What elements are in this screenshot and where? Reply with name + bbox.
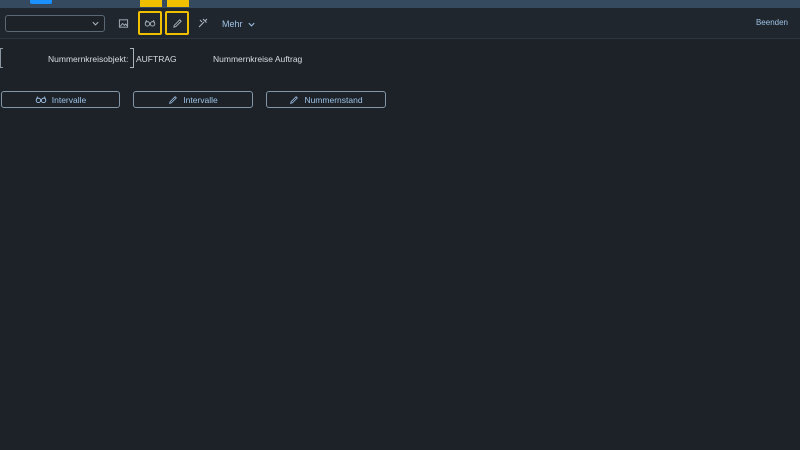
transaction-select[interactable] — [5, 15, 105, 32]
chevron-down-icon — [247, 22, 255, 27]
highlight-marker-display — [140, 0, 162, 7]
more-label: Mehr — [222, 19, 243, 29]
pencil-icon — [172, 18, 182, 28]
display-intervals-button[interactable]: Intervalle — [1, 91, 120, 108]
display-button[interactable] — [138, 11, 162, 35]
toolbar: Mehr Beenden — [0, 8, 800, 39]
edit-button[interactable] — [165, 11, 189, 35]
field-description: Nummernkreise Auftrag — [213, 54, 303, 64]
image-icon — [118, 18, 128, 28]
exit-button[interactable]: Beenden — [756, 18, 788, 27]
tools-button[interactable] — [191, 11, 215, 35]
chevron-down-icon — [92, 21, 99, 26]
shell-logo[interactable] — [30, 0, 52, 4]
image-button[interactable] — [111, 11, 135, 35]
edit-intervals-button[interactable]: Intervalle — [133, 91, 253, 108]
pencil-icon — [290, 95, 299, 104]
field-value: AUFTRAG — [136, 54, 177, 64]
button-label: Intervalle — [51, 94, 87, 105]
more-menu-button[interactable]: Mehr — [222, 16, 256, 32]
edit-number-status-button[interactable]: Nummernstand — [266, 91, 386, 108]
glasses-icon — [35, 96, 47, 104]
field-label: Nummernkreisobjekt: — [48, 54, 129, 64]
tools-icon — [198, 18, 208, 28]
form-bracket-mid — [130, 48, 134, 68]
shell-bar — [0, 0, 800, 8]
glasses-icon — [144, 19, 156, 27]
highlight-marker-edit — [167, 0, 189, 7]
button-label: Intervalle — [183, 94, 218, 105]
form-bracket-left — [0, 48, 3, 68]
button-label: Nummernstand — [304, 94, 363, 105]
pencil-icon — [169, 95, 178, 104]
